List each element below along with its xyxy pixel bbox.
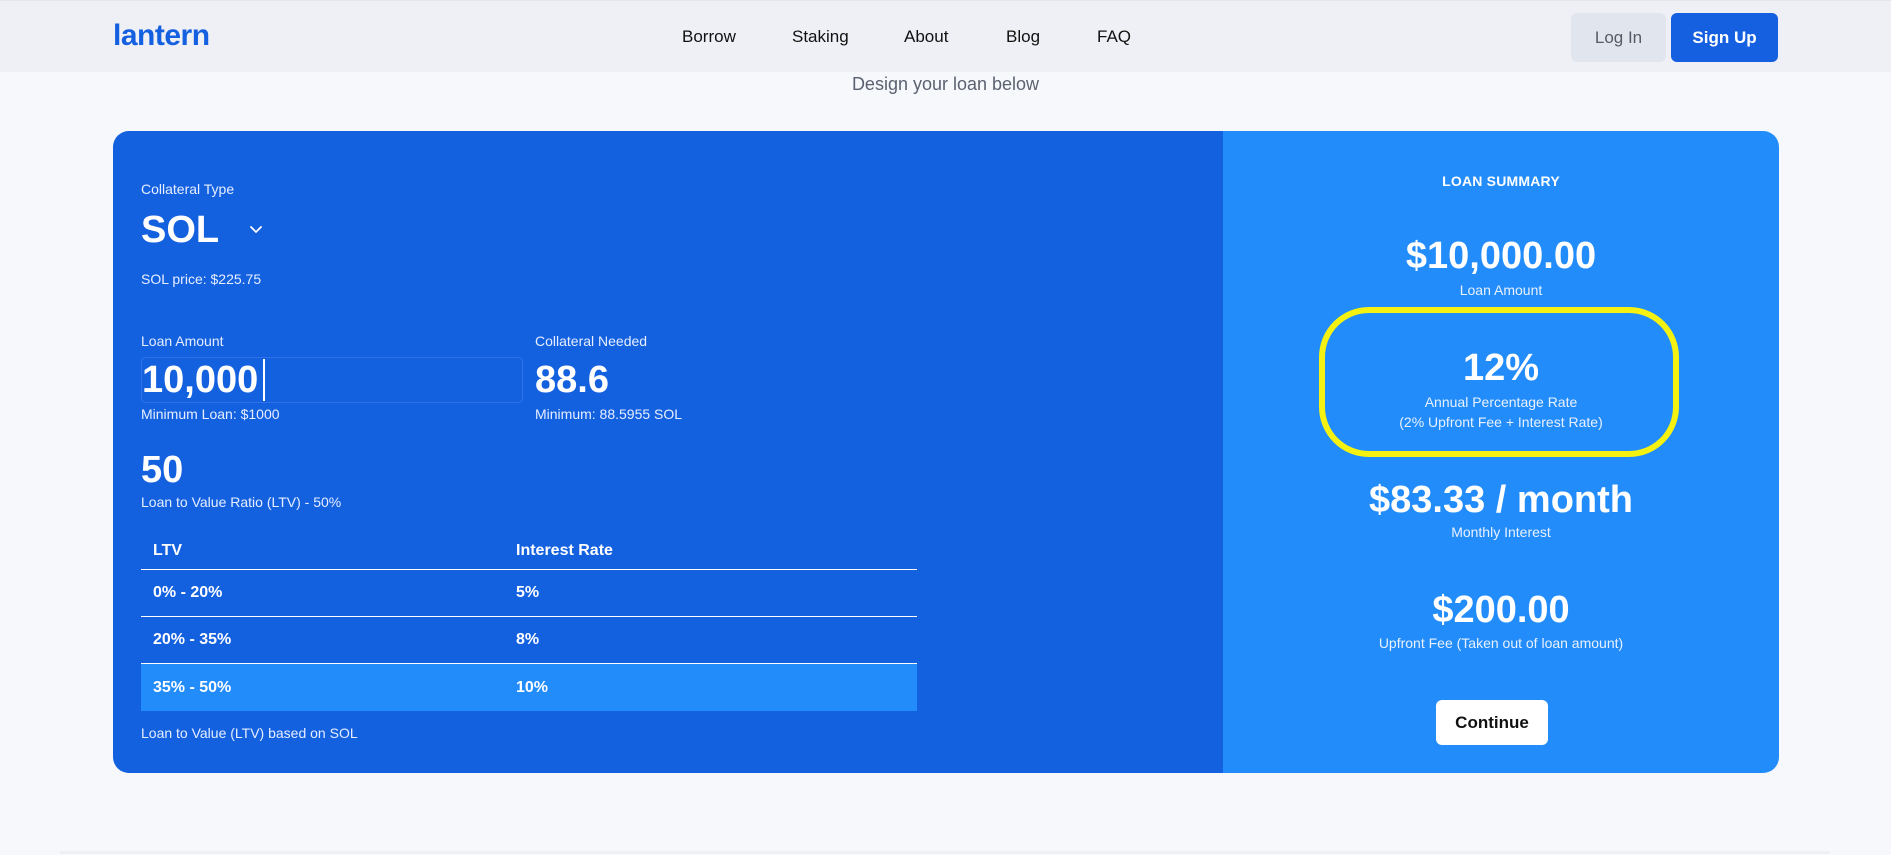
ltv-range-cell: 35% - 50% xyxy=(153,678,232,696)
chevron-down-icon[interactable] xyxy=(245,219,267,241)
ltv-range-cell: 0% - 20% xyxy=(153,584,223,601)
top-nav-bar: lantern Borrow Staking About Blog FAQ Lo… xyxy=(0,0,1891,72)
collateral-minimum-text: Minimum: 88.5955 SOL xyxy=(535,406,683,422)
table-row: 20% - 35% 8% xyxy=(141,617,917,664)
summary-loan-amount-label: Loan Amount xyxy=(1459,282,1543,298)
page-subtitle: Design your loan below xyxy=(851,74,1040,94)
collateral-type-select[interactable]: SOL xyxy=(141,209,219,252)
continue-button[interactable]: Continue xyxy=(1436,700,1548,745)
ltv-value: 50 xyxy=(141,449,184,491)
interest-rate-column-header: Interest Rate xyxy=(516,541,613,559)
summary-monthly-label: Monthly Interest xyxy=(1451,524,1551,540)
collateral-type-label: Collateral Type xyxy=(141,181,235,197)
signup-button[interactable]: Sign Up xyxy=(1671,13,1778,62)
ltv-range-cell: 20% - 35% xyxy=(153,631,232,648)
footer-divider xyxy=(60,851,1830,854)
nav-about[interactable]: About xyxy=(904,27,948,47)
loan-amount-input[interactable] xyxy=(141,357,523,403)
loan-amount-label: Loan Amount xyxy=(141,333,224,349)
ltv-column-header: LTV xyxy=(153,541,183,559)
summary-apr: 12% xyxy=(1462,347,1540,389)
summary-upfront-label: Upfront Fee (Taken out of loan amount) xyxy=(1378,635,1624,651)
ltv-interest-table: LTV Interest Rate 0% - 20% 5% 20% - 35% … xyxy=(141,532,917,711)
summary-apr-label: Annual Percentage Rate xyxy=(1424,394,1578,410)
interest-rate-cell: 10% xyxy=(516,678,549,696)
ltv-footnote: Loan to Value (LTV) based on SOL xyxy=(141,725,358,741)
summary-upfront-fee: $200.00 xyxy=(1432,589,1570,631)
nav-staking[interactable]: Staking xyxy=(792,27,849,47)
sol-price: SOL price: $225.75 xyxy=(141,271,262,287)
loan-summary-panel: LOAN SUMMARY $10,000.00 Loan Amount 12% … xyxy=(1223,131,1779,773)
loan-form-panel: Collateral Type SOL SOL price: $225.75 L… xyxy=(113,131,1223,773)
summary-monthly-interest: $83.33 / month xyxy=(1369,479,1633,521)
nav-faq[interactable]: FAQ xyxy=(1097,27,1131,47)
ltv-label: Loan to Value Ratio (LTV) - 50% xyxy=(141,494,342,510)
summary-apr-sub: (2% Upfront Fee + Interest Rate) xyxy=(1399,414,1603,430)
lantern-logo[interactable]: lantern xyxy=(113,19,210,53)
interest-rate-cell: 8% xyxy=(516,631,540,648)
minimum-loan-text: Minimum Loan: $1000 xyxy=(141,406,280,422)
collateral-needed-value: 88.6 xyxy=(535,359,609,401)
table-header: LTV Interest Rate xyxy=(141,532,917,570)
interest-rate-cell: 5% xyxy=(516,584,540,601)
text-caret xyxy=(263,359,265,401)
loan-designer-card: Collateral Type SOL SOL price: $225.75 L… xyxy=(113,131,1779,773)
collateral-needed-label: Collateral Needed xyxy=(535,333,648,349)
login-button[interactable]: Log In xyxy=(1571,13,1666,62)
table-row: 0% - 20% 5% xyxy=(141,570,917,617)
nav-blog[interactable]: Blog xyxy=(1006,27,1040,47)
nav-borrow[interactable]: Borrow xyxy=(682,27,736,47)
table-row-active: 35% - 50% 10% xyxy=(141,664,917,711)
summary-loan-amount: $10,000.00 xyxy=(1405,235,1597,277)
loan-summary-title: LOAN SUMMARY xyxy=(1442,173,1560,189)
